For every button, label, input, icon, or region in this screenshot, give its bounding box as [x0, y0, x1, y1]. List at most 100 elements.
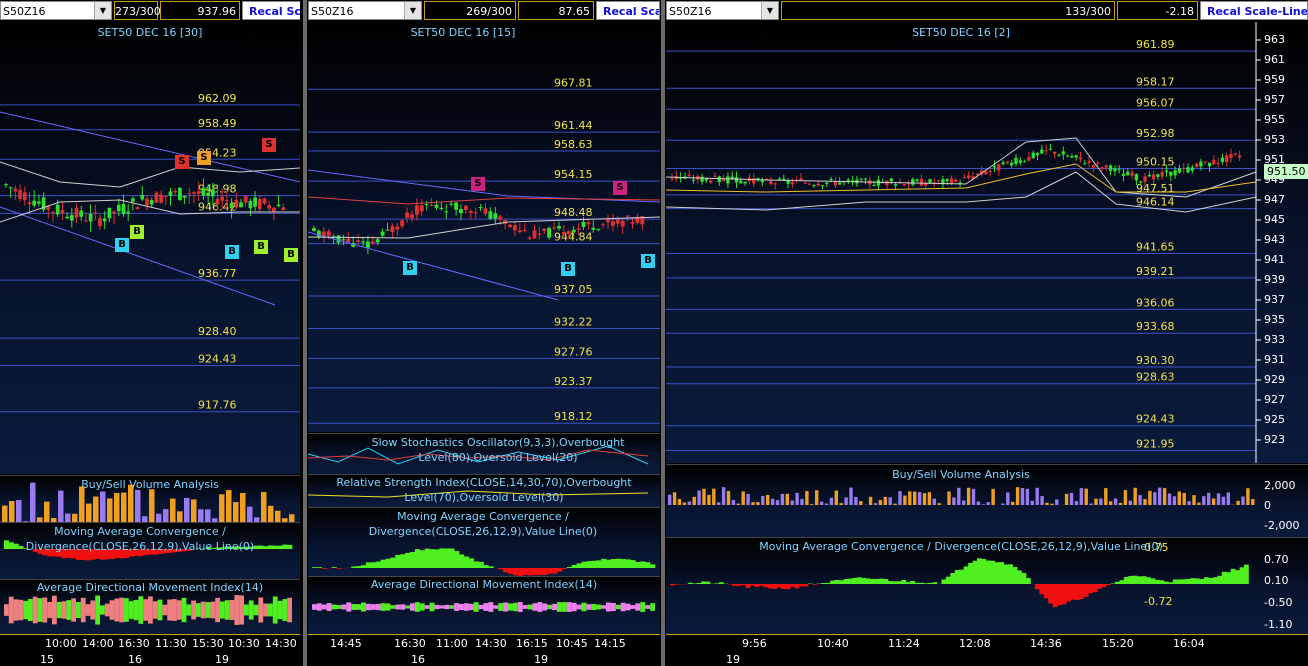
macd-bar — [785, 584, 791, 590]
recal-scale-button[interactable]: Recal Scale — [242, 1, 300, 20]
volume-bar — [275, 510, 281, 522]
volume-bar — [795, 492, 799, 505]
macd-bar — [861, 577, 867, 584]
price-level-label: 924.43 — [198, 353, 237, 366]
candle-body — [1048, 148, 1053, 150]
chevron-down-icon[interactable]: ▼ — [761, 2, 778, 19]
symbol-select[interactable]: S50Z16 ▼ — [666, 1, 779, 20]
macd-bar — [405, 552, 411, 568]
time-tick: 12:08 — [959, 637, 991, 650]
adx-panel[interactable]: Average Directional Movement Index(14) — [0, 579, 300, 634]
macd-bar — [527, 568, 533, 576]
price-tick: 943 — [1264, 233, 1285, 246]
adx-bar — [517, 602, 523, 612]
volume-panel[interactable]: Buy/Sell Volume Analysis — [0, 475, 300, 522]
candle-body — [1027, 156, 1031, 161]
adx-bar — [645, 605, 651, 609]
candle-body — [752, 178, 756, 184]
candle-body — [326, 231, 331, 236]
recal-scale-button[interactable]: Recal Scale — [596, 1, 660, 20]
volume-bar — [1182, 492, 1186, 505]
candle-body — [812, 185, 816, 187]
candle-body — [1001, 162, 1005, 165]
adx-bar — [76, 601, 81, 619]
candle-body — [121, 203, 126, 215]
stochastics-panel[interactable]: Slow Stochastics Oscillator(9,3,3),Overb… — [308, 433, 660, 474]
volume-bar — [839, 503, 843, 505]
price-chart[interactable]: SET50 DEC 16 [30] 962.09 958.49 954.23 948.… — [0, 22, 300, 474]
time-tick: 10:00 — [45, 637, 77, 650]
candle-body — [107, 207, 112, 219]
bar-count: 273/300 — [114, 1, 161, 20]
adx-bar — [527, 604, 533, 610]
candle-body — [439, 207, 444, 209]
candle-body — [234, 199, 239, 208]
candle-body — [1203, 161, 1207, 163]
pane-divider[interactable] — [303, 0, 307, 666]
candle-body — [743, 181, 747, 184]
adx-bar — [439, 605, 445, 609]
volume-bar — [908, 491, 912, 505]
volume-bar — [1123, 490, 1128, 505]
price-tick: 935 — [1264, 313, 1285, 326]
volume-bar — [873, 503, 878, 505]
macd-panel[interactable]: Moving Average Convergence / Divergence(… — [308, 507, 660, 576]
recal-scale-button[interactable]: Recal Scale-Linear — [1200, 1, 1308, 20]
macd-panel[interactable]: Moving Average Convergence / Divergence(… — [666, 537, 1308, 634]
candle-body — [919, 178, 924, 186]
adx-bar — [395, 604, 401, 610]
macd-bar — [1235, 570, 1240, 584]
candle-body — [1173, 170, 1177, 176]
candle-body — [709, 180, 713, 183]
macd-bar — [8, 542, 14, 549]
volume-bar — [1158, 487, 1162, 505]
candle-body — [1087, 160, 1091, 163]
macd-bar — [1079, 584, 1085, 600]
volume-panel[interactable]: Buy/Sell Volume Analysis 2,000 0 -2,000 — [666, 464, 1308, 537]
macd-bar — [336, 568, 342, 569]
adx-bar — [351, 604, 357, 610]
adx-panel[interactable]: Average Directional Movement Index(14) — [308, 576, 660, 634]
candle-body — [936, 180, 941, 182]
candle-body — [561, 232, 566, 235]
volume-bar — [780, 493, 785, 505]
volume-bar — [1113, 498, 1118, 505]
buy-signal-marker: B — [130, 225, 144, 239]
price-chart[interactable]: SET50 DEC 16 [2] 961.89 958.17 956.07 952.9… — [666, 22, 1308, 463]
adx-bar — [181, 597, 187, 623]
time-tick: 16:04 — [1173, 637, 1205, 650]
price-tick: 953 — [1264, 133, 1285, 146]
macd-bar — [419, 550, 425, 568]
macd-bar — [547, 568, 553, 574]
candle-body — [46, 206, 51, 210]
chevron-down-icon[interactable]: ▼ — [404, 2, 421, 19]
candle-body — [312, 228, 316, 231]
candle-body — [365, 241, 370, 248]
candle-body — [889, 178, 893, 182]
rsi-panel[interactable]: Relative Strength Index(CLOSE,14,30,70),… — [308, 474, 660, 507]
pane-divider[interactable] — [661, 0, 665, 666]
volume-bar — [44, 501, 50, 522]
symbol-select[interactable]: S50Z16 ▼ — [0, 1, 112, 20]
symbol-select[interactable]: S50Z16 ▼ — [308, 1, 422, 20]
time-tick: 14:00 — [82, 637, 114, 650]
candle-body — [429, 205, 434, 207]
adx-bar — [615, 604, 621, 610]
macd-bar — [901, 579, 907, 584]
candle-body — [527, 237, 532, 240]
adx-bar — [365, 603, 371, 611]
chevron-down-icon[interactable]: ▼ — [94, 2, 111, 19]
adx-bar — [133, 599, 139, 621]
macd-panel[interactable]: Moving Average Convergence / Divergence(… — [0, 522, 300, 579]
candle-body — [126, 211, 131, 214]
macd-bar — [1026, 577, 1031, 584]
volume-bar — [1011, 501, 1015, 505]
candle-body — [872, 184, 876, 186]
macd-bar — [701, 581, 706, 584]
buy-signal-marker: B — [561, 262, 575, 276]
time-tick: 11:24 — [888, 637, 920, 650]
price-chart[interactable]: SET50 DEC 16 [15] 967.81 961.44 958.63 954.… — [308, 22, 660, 432]
buy-signal-marker: B — [284, 248, 298, 262]
macd-bar — [1239, 567, 1245, 584]
adx-bar — [162, 604, 168, 616]
